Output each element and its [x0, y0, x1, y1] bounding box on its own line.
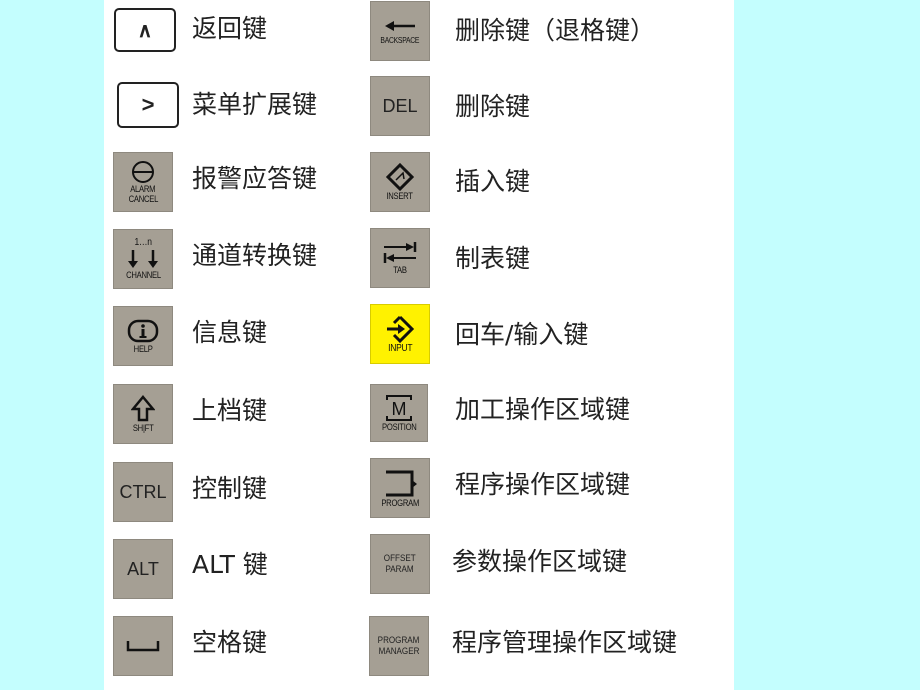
tab-key-description: 制表键	[455, 244, 531, 273]
space-key-description: 空格键	[192, 628, 268, 657]
input-diamond-arrow-icon	[387, 315, 415, 344]
del-label: DEL	[382, 95, 418, 116]
tab-key[interactable]: TAB	[370, 228, 430, 288]
alarm-label: ALARM	[130, 184, 156, 194]
ctrl-key[interactable]: CTRL	[113, 462, 173, 522]
alt-label: ALT	[127, 558, 159, 579]
insert-label: INSERT	[386, 191, 414, 201]
program-manager-line1: PROGRAM	[378, 635, 420, 646]
svg-text:M: M	[392, 399, 407, 419]
alt-key-description: ALT 键	[192, 550, 268, 579]
insert-key[interactable]: INSERT	[370, 152, 430, 212]
position-key[interactable]: M POSITION	[370, 384, 428, 442]
tab-label: TAB	[393, 265, 407, 275]
return-key[interactable]: ∧	[114, 8, 176, 52]
channel-range-label: 1…n	[134, 237, 152, 248]
backspace-key-description: 删除键（退格键）	[455, 16, 656, 45]
caret-up-icon: ∧	[137, 19, 153, 42]
program-key[interactable]: PROGRAM	[370, 458, 430, 518]
ctrl-key-description: 控制键	[192, 474, 268, 503]
param-label: PARAM	[385, 564, 415, 575]
shift-arrow-icon	[131, 395, 155, 422]
program-bracket-icon	[386, 470, 417, 497]
channel-key-description: 通道转换键	[192, 241, 318, 270]
position-key-description: 加工操作区域键	[455, 395, 631, 424]
del-key[interactable]: DEL	[370, 76, 430, 136]
help-label: HELP	[133, 344, 153, 354]
space-bracket-icon	[126, 641, 160, 652]
del-key-description: 删除键	[455, 92, 531, 121]
shift-key-description: 上档键	[192, 396, 268, 425]
info-icon	[127, 319, 159, 343]
help-key[interactable]: HELP	[113, 306, 173, 366]
backspace-key[interactable]: BACKSPACE	[370, 1, 430, 61]
offset-param-key[interactable]: OFFSET PARAM	[370, 534, 430, 594]
position-label: POSITION	[381, 422, 417, 432]
menu-extend-key[interactable]: >	[117, 82, 179, 128]
program-label: PROGRAM	[381, 498, 419, 508]
offset-param-key-description: 参数操作区域键	[452, 547, 628, 576]
alarm-cancel-key-description: 报警应答键	[192, 164, 318, 193]
help-key-description: 信息键	[192, 318, 268, 347]
program-key-description: 程序操作区域键	[455, 470, 631, 499]
shift-key[interactable]: SH|FT	[113, 384, 173, 444]
machine-m-icon: M	[386, 395, 412, 421]
return-key-description: 返回键	[192, 14, 268, 43]
channel-key[interactable]: 1…n CHANNEL	[113, 229, 173, 289]
shift-label: SH|FT	[132, 423, 154, 433]
tab-arrows-icon	[383, 242, 417, 263]
program-manager-line2: MANAGER	[378, 646, 420, 657]
channel-arrows-icon	[128, 250, 158, 268]
menu-extend-key-description: 菜单扩展键	[192, 90, 318, 119]
channel-label: CHANNEL	[125, 270, 161, 280]
space-key[interactable]	[113, 616, 173, 676]
insert-key-description: 插入键	[455, 167, 531, 196]
offset-label: OFFSET	[384, 553, 416, 564]
left-arrow-icon	[385, 21, 415, 31]
input-label: INPUT	[387, 343, 413, 354]
cancel-label: CANCEL	[128, 194, 158, 204]
input-key[interactable]: INPUT	[370, 304, 430, 364]
chevron-right-icon: >	[141, 92, 155, 117]
alt-key[interactable]: ALT	[113, 539, 173, 599]
alarm-cancel-key[interactable]: ALARM CANCEL	[113, 152, 173, 212]
program-manager-key-description: 程序管理操作区域键	[452, 628, 678, 657]
ctrl-label: CTRL	[119, 481, 167, 502]
program-manager-key[interactable]: PROGRAM MANAGER	[369, 616, 429, 676]
alarm-cancel-icon	[132, 161, 154, 183]
insert-diamond-icon	[386, 163, 414, 191]
backspace-label: BACKSPACE	[380, 36, 420, 45]
input-key-description: 回车/输入键	[455, 320, 589, 349]
